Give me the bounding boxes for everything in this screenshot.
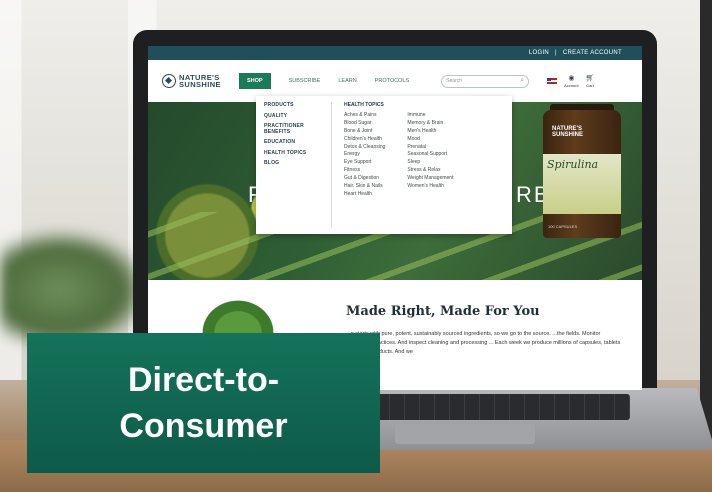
topic-link[interactable]: Immune (407, 112, 453, 119)
site-logo[interactable]: NATURE'S SUNSHINE (162, 74, 221, 88)
topic-link[interactable]: Women's Health (407, 183, 453, 190)
topic-link[interactable]: Fitness (344, 168, 385, 174)
topic-link[interactable]: Memory & Brain (407, 120, 453, 127)
nav-shop[interactable]: SHOP (238, 73, 271, 89)
topic-link[interactable]: Weight Management (407, 176, 453, 182)
bottle-brand: NATURE'S SUNSHINE (552, 126, 583, 138)
direct-to-consumer-badge: Direct-to- Consumer (27, 333, 380, 473)
menu-quality[interactable]: QUALITY (264, 113, 331, 120)
menu-blog[interactable]: BLOG (264, 160, 331, 167)
health-topics-col1: Aches & Pains Blood Sugar Bone & Joint C… (344, 112, 385, 198)
badge-line2: Consumer (119, 407, 288, 445)
logo-line2: SUNSHINE (179, 80, 221, 89)
menu-education[interactable]: EDUCATION (264, 139, 331, 146)
background-plant (0, 230, 150, 350)
topic-link[interactable]: Bone & Joint (344, 128, 385, 135)
topic-link[interactable]: Energy (344, 152, 385, 158)
topic-link[interactable]: Children's Health (344, 136, 385, 143)
search-icon[interactable]: ⌕ (520, 77, 524, 85)
mega-menu-categories: PRODUCTS QUALITY PRACTITIONER BENEFITS E… (264, 102, 332, 228)
topic-link[interactable]: Men's Health (407, 128, 453, 135)
login-link[interactable]: LOGIN (529, 50, 549, 56)
topic-link[interactable]: Prenatal (407, 144, 453, 151)
topic-link[interactable]: Eye Support (344, 160, 385, 166)
utility-bar: LOGIN | CREATE ACCOUNT (148, 46, 642, 60)
topic-link[interactable]: Aches & Pains (344, 112, 385, 119)
topic-link[interactable]: Mood (407, 136, 453, 143)
health-topics-heading: HEALTH TOPICS (344, 102, 384, 108)
search-placeholder: Search (446, 78, 462, 84)
us-flag-icon[interactable] (547, 78, 558, 84)
topic-link[interactable]: Gut & Digestion (344, 176, 385, 182)
nav-protocols[interactable]: PROTOCOLS (375, 78, 409, 84)
laptop-trackpad (395, 424, 535, 444)
utility-divider: | (555, 50, 557, 56)
nav-icons: ◉ Account 🛒︎ Cart (547, 75, 594, 88)
nav-learn[interactable]: LEARN (338, 78, 356, 84)
cart-button[interactable]: 🛒︎ Cart (586, 75, 595, 88)
background-edge (700, 0, 712, 440)
cart-icon: 🛒︎ (585, 74, 595, 82)
topic-link[interactable]: Sleep (407, 160, 453, 166)
health-topics-col2: Immune Memory & Brain Men's Health Mood … (407, 112, 453, 198)
account-icon: ◉ (568, 74, 575, 82)
topic-link[interactable]: Hair, Skin & Nails (344, 183, 385, 190)
topic-link[interactable]: Stress & Relax (407, 168, 453, 174)
topic-link[interactable]: Detox & Cleansing (344, 144, 385, 151)
topic-link[interactable]: Seasonal Support (407, 152, 453, 158)
create-account-link[interactable]: CREATE ACCOUNT (563, 50, 622, 56)
menu-practitioner-benefits[interactable]: PRACTITIONER BENEFITS (264, 123, 331, 135)
nav-subscribe[interactable]: SUBSCRIBE (289, 78, 321, 84)
account-button[interactable]: ◉ Account (564, 75, 578, 88)
section-paragraph: ...g starts with pure, potent, sustainab… (346, 331, 621, 355)
cart-label: Cart (586, 82, 594, 88)
bottle-count: 100 CAPSULES (548, 224, 578, 229)
mega-menu: PRODUCTS QUALITY PRACTITIONER BENEFITS E… (256, 96, 512, 234)
bottle-label: Spirulina (543, 154, 621, 214)
search-input[interactable]: Search ⌕ (441, 74, 530, 88)
section-title: Made Right, Made For You (346, 304, 540, 319)
topic-link[interactable]: Blood Sugar (344, 120, 385, 127)
health-topics-panel: HEALTH TOPICS Aches & Pains Blood Sugar … (332, 102, 504, 228)
bottle-product-name: Spirulina (547, 158, 599, 171)
menu-products[interactable]: PRODUCTS (264, 102, 331, 109)
badge-line1: Direct-to- (127, 361, 280, 399)
topic-link[interactable]: Heart Health (344, 191, 385, 198)
menu-health-topics[interactable]: HEALTH TOPICS (264, 150, 331, 157)
account-label: Account (564, 82, 579, 88)
logo-mark-icon (162, 74, 176, 88)
bottle-brand-line2: SUNSHINE (552, 132, 584, 138)
